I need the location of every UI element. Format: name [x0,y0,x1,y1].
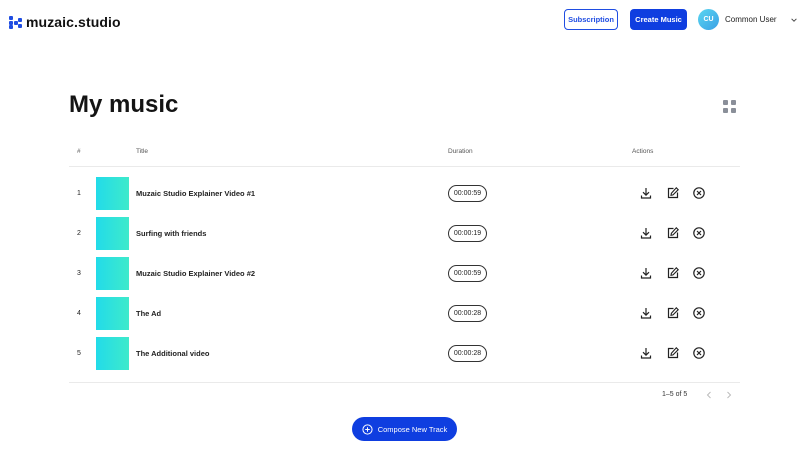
chevron-right-icon[interactable] [724,390,734,400]
track-title[interactable]: Surfing with friends [136,229,206,238]
row-number: 4 [77,310,81,317]
duration-badge: 00:00:59 [448,185,487,202]
top-bar: muzaic.studio Subscription Create Music … [0,0,800,44]
track-thumbnail[interactable] [96,297,129,330]
edit-icon[interactable] [666,226,680,240]
download-icon[interactable] [639,266,653,280]
edit-icon[interactable] [666,266,680,280]
delete-icon[interactable] [692,266,706,280]
logo[interactable]: muzaic.studio [9,14,121,30]
pagination-range: 1–5 of 5 [662,391,688,398]
duration-badge: 00:00:19 [448,225,487,242]
download-icon[interactable] [639,226,653,240]
table-row[interactable]: 4 The Ad 00:00:28 [69,294,740,334]
row-number: 1 [77,190,81,197]
track-title[interactable]: The Ad [136,309,161,318]
duration-badge: 00:00:59 [448,265,487,282]
create-music-button[interactable]: Create Music [630,9,687,30]
user-name: Common User [725,15,777,24]
logo-icon [9,15,22,29]
table-row[interactable]: 5 The Additional video 00:00:28 [69,334,740,374]
compose-label: Compose New Track [377,424,448,434]
table-header: # Title Duration Actions [69,140,740,167]
compose-new-track-button[interactable]: Compose New Track [352,417,457,441]
column-header-number: # [77,148,81,155]
track-thumbnail[interactable] [96,217,129,250]
edit-icon[interactable] [666,346,680,360]
edit-icon[interactable] [666,186,680,200]
column-header-duration[interactable]: Duration [448,148,473,155]
download-icon[interactable] [639,346,653,360]
avatar: CU [698,9,719,30]
delete-icon[interactable] [692,306,706,320]
row-number: 5 [77,350,81,357]
table-row[interactable]: 1 Muzaic Studio Explainer Video #1 00:00:5… [69,174,740,214]
subscription-button[interactable]: Subscription [564,9,618,30]
plus-circle-icon [362,423,373,435]
page-title: My music [69,91,179,118]
track-title[interactable]: Muzaic Studio Explainer Video #1 [136,189,255,198]
row-number: 2 [77,230,81,237]
column-header-actions: Actions [632,148,654,155]
track-thumbnail[interactable] [96,337,129,370]
delete-icon[interactable] [692,346,706,360]
table-footer-divider [69,382,740,383]
table-row[interactable]: 3 Muzaic Studio Explainer Video #2 00:00:5… [69,254,740,294]
user-menu[interactable]: CU Common User [698,9,798,30]
delete-icon[interactable] [692,226,706,240]
edit-icon[interactable] [666,306,680,320]
delete-icon[interactable] [692,186,706,200]
column-header-title[interactable]: Title [136,148,148,155]
logo-text: muzaic.studio [26,14,121,30]
track-title[interactable]: Muzaic Studio Explainer Video #2 [136,269,255,278]
grid-view-icon[interactable] [723,100,737,114]
chevron-down-icon [790,17,797,22]
download-icon[interactable] [639,186,653,200]
row-number: 3 [77,270,81,277]
duration-badge: 00:00:28 [448,305,487,322]
track-thumbnail[interactable] [96,257,129,290]
table-row[interactable]: 2 Surfing with friends 00:00:19 [69,214,740,254]
duration-badge: 00:00:28 [448,345,487,362]
download-icon[interactable] [639,306,653,320]
track-title[interactable]: The Additional video [136,349,209,358]
track-thumbnail[interactable] [96,177,129,210]
chevron-left-icon[interactable] [704,390,714,400]
